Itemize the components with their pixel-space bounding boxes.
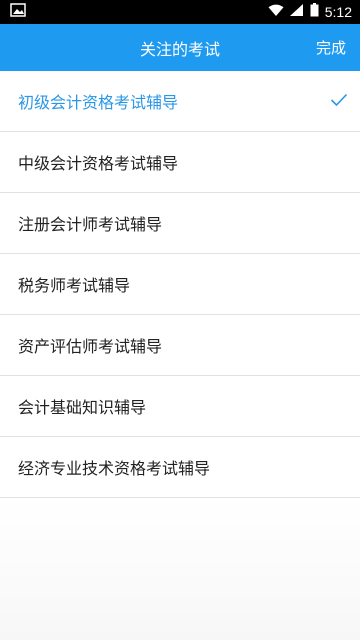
wifi-icon xyxy=(268,4,284,21)
exam-label: 经济专业技术资格考试辅导 xyxy=(18,459,211,478)
status-bar: 5:12 xyxy=(0,0,360,24)
exam-label: 中级会计资格考试辅导 xyxy=(18,154,179,173)
exam-item-0[interactable]: 初级会计资格考试辅导 xyxy=(0,71,360,132)
exam-label: 税务师考试辅导 xyxy=(18,276,131,295)
exam-item-2[interactable]: 注册会计师考试辅导 xyxy=(0,193,360,254)
exam-label: 资产评估师考试辅导 xyxy=(18,337,163,356)
exam-item-6[interactable]: 经济专业技术资格考试辅导 xyxy=(0,437,360,498)
checkmark-icon xyxy=(330,92,348,111)
exam-label: 会计基础知识辅导 xyxy=(18,398,147,417)
battery-icon xyxy=(310,3,319,21)
app-header: 关注的考试 完成 xyxy=(0,24,360,71)
exam-item-5[interactable]: 会计基础知识辅导 xyxy=(0,376,360,437)
page-title: 关注的考试 xyxy=(139,39,220,59)
status-time: 5:12 xyxy=(324,4,352,20)
status-left xyxy=(10,3,26,21)
done-button[interactable]: 完成 xyxy=(316,24,346,71)
exam-item-4[interactable]: 资产评估师考试辅导 xyxy=(0,315,360,376)
status-right: 5:12 xyxy=(268,3,352,21)
image-icon xyxy=(10,3,26,21)
exam-item-1[interactable]: 中级会计资格考试辅导 xyxy=(0,132,360,193)
exam-label: 注册会计师考试辅导 xyxy=(18,215,163,234)
exam-label: 初级会计资格考试辅导 xyxy=(18,93,179,112)
signal-icon xyxy=(289,3,304,21)
exam-list: 初级会计资格考试辅导 中级会计资格考试辅导 注册会计师考试辅导 税务师考试辅导 … xyxy=(0,71,360,640)
exam-item-3[interactable]: 税务师考试辅导 xyxy=(0,254,360,315)
